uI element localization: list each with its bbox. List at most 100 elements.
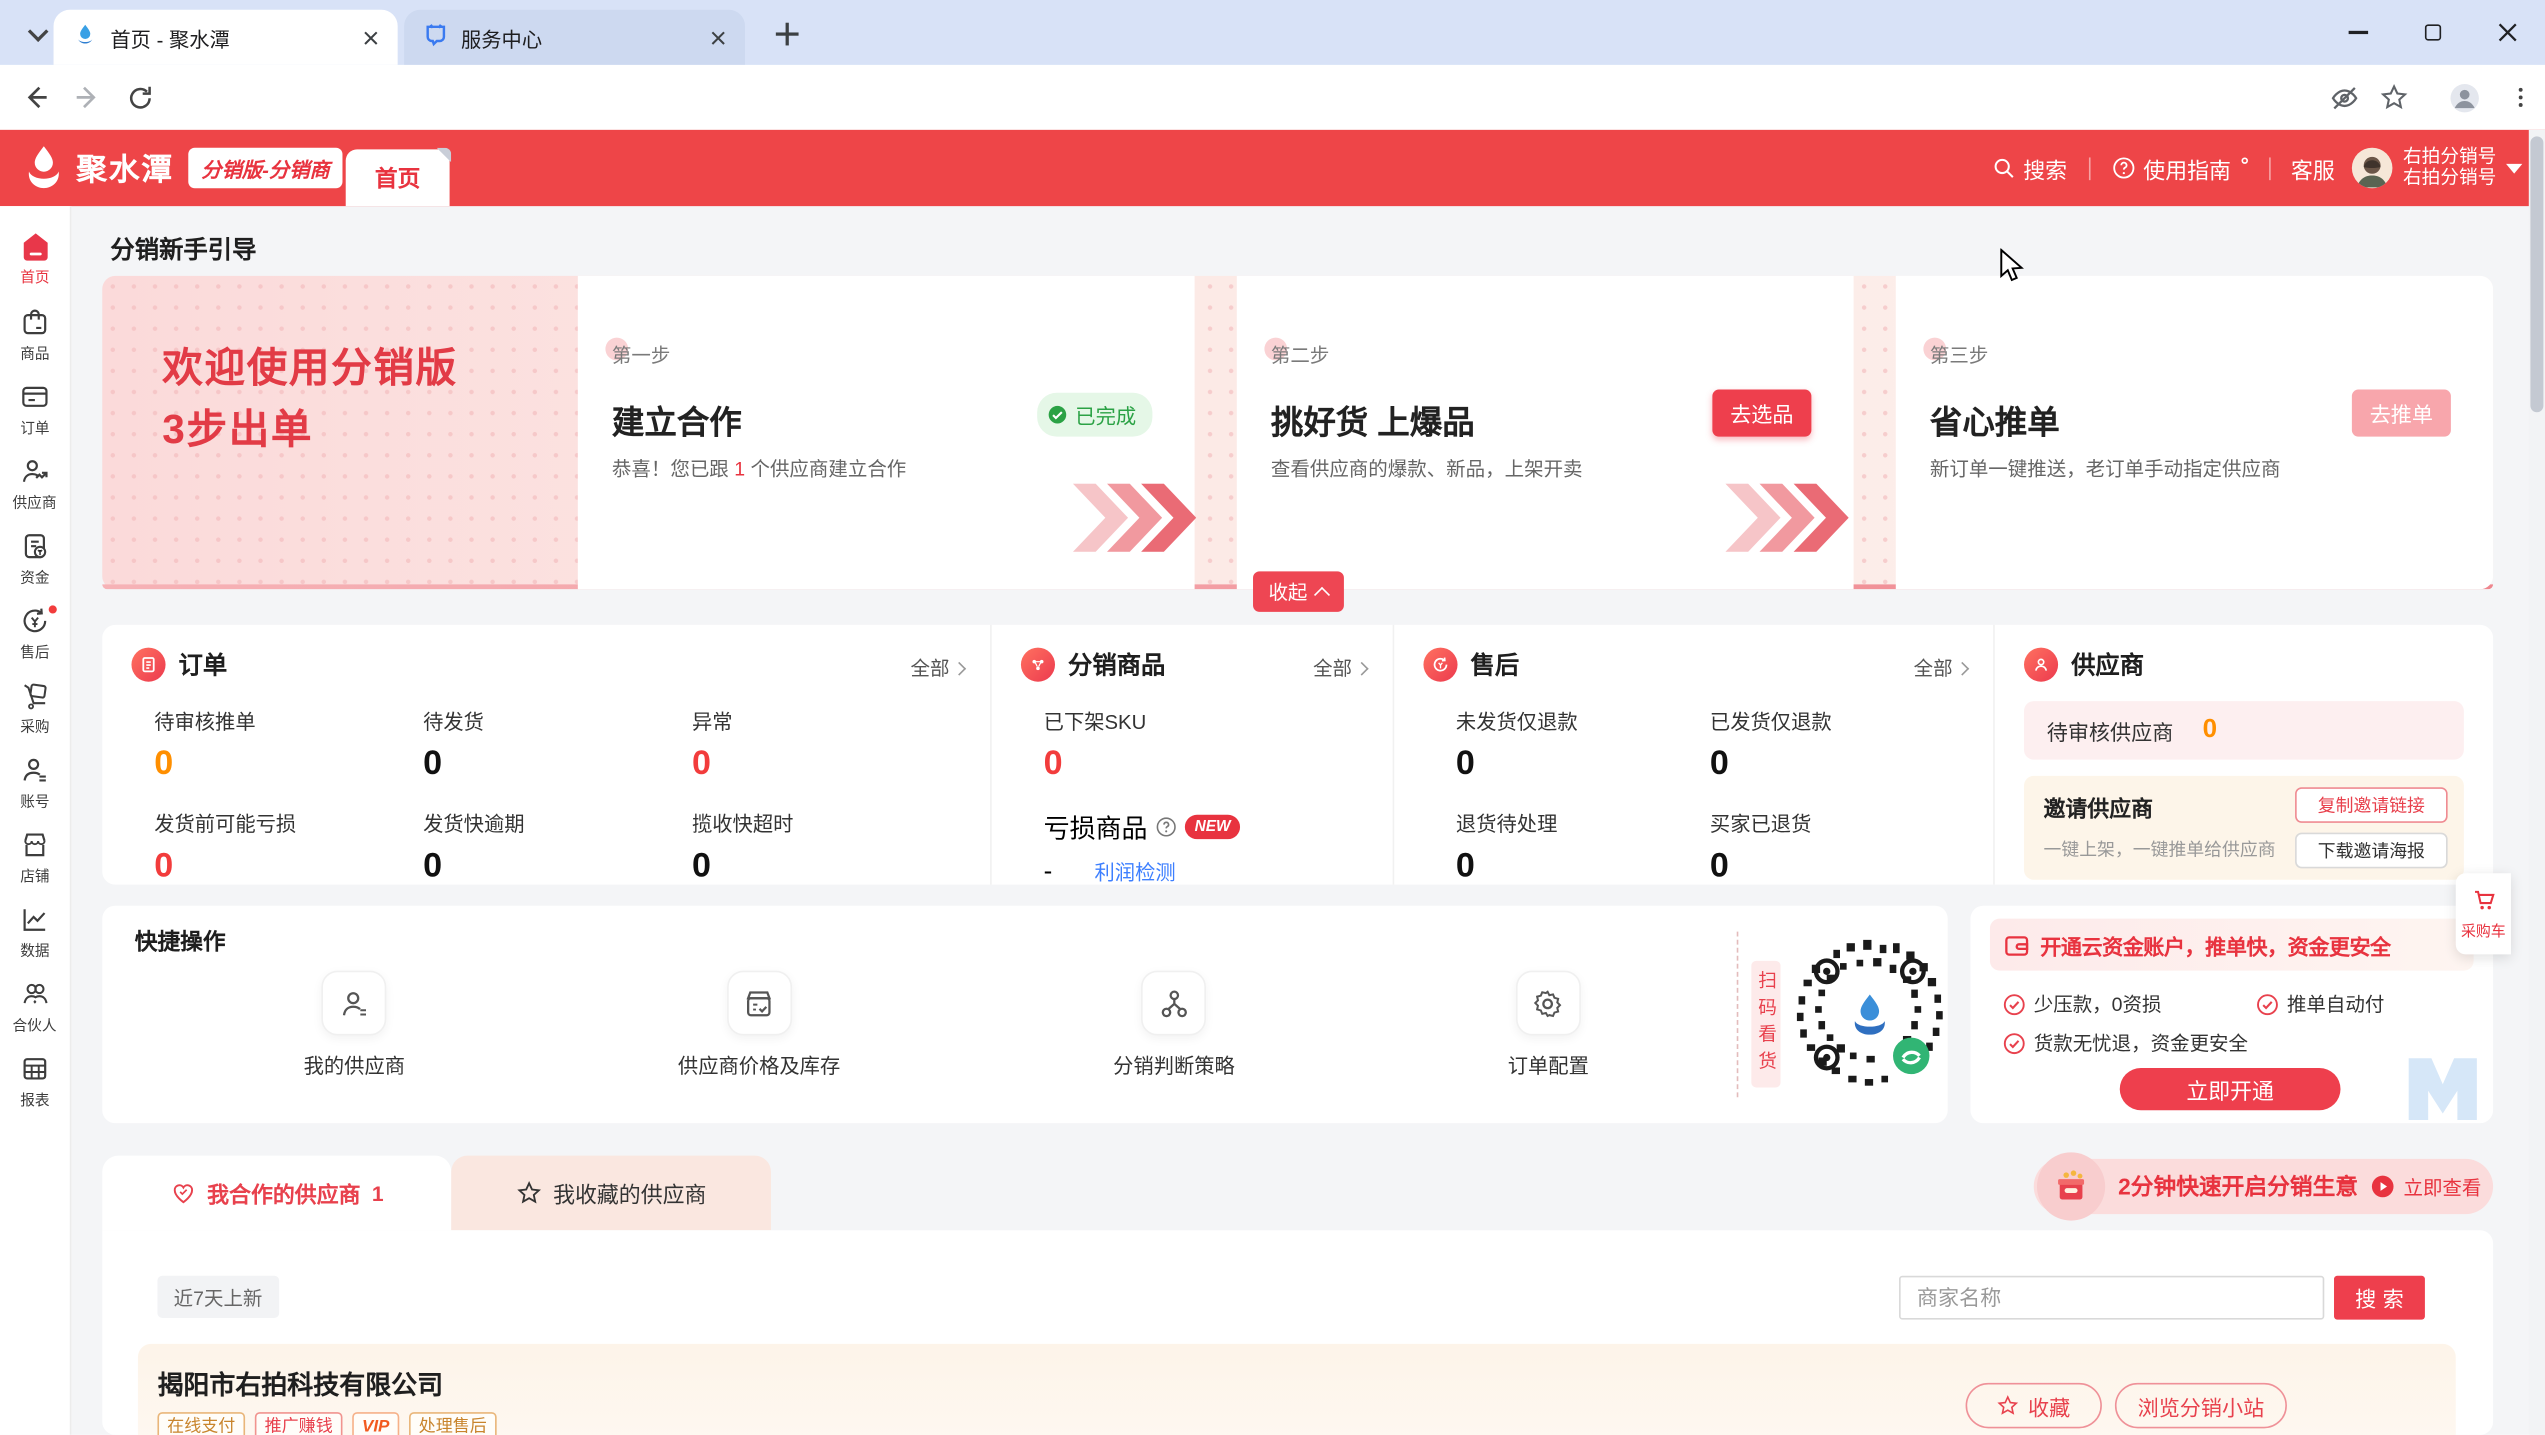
stat-item[interactable]: 已发货仅退款0 [1710,704,1964,784]
aftersales-all-link[interactable]: 全部 [1914,654,1968,682]
suppliers-panel: 供应商 待审核供应商 0 邀请供应商 一键上架，一键推单给供应商 复制邀请链接 … [1993,625,2493,885]
reload-button[interactable] [120,78,159,117]
promo-banner[interactable]: 2分钟快速开启分销生意 立即查看 [2034,1159,2493,1214]
fund-feature: 推单自动付 [2256,990,2384,1018]
visit-store-button[interactable]: 浏览分销小站 [2115,1383,2287,1428]
push-order-button[interactable]: 去推单 [2352,390,2451,437]
sidebar-item-suppliers[interactable]: 供应商 [0,446,70,521]
recent-filter-chip[interactable]: 近7天上新 [157,1276,278,1318]
nav-tab-home[interactable]: 首页 [346,149,450,206]
quick-action-distribution-strategy[interactable]: 分销判断策略 [1113,971,1235,1080]
stat-item[interactable]: 待发货0 [423,704,692,784]
pending-value: 0 [2203,716,2217,745]
window-minimize-button[interactable] [2321,0,2396,65]
tab-search-button[interactable] [16,13,58,55]
favorite-supplier-button[interactable]: 收藏 [1966,1383,2102,1428]
step-number: 第二步 [1271,341,1329,369]
download-invite-poster-button[interactable]: 下载邀请海报 [2295,833,2448,869]
stat-item[interactable]: 退货待处理0 [1456,807,1710,887]
user-avatar[interactable] [2351,148,2392,189]
sidebar-item-shops[interactable]: 店铺 [0,820,70,895]
back-button[interactable] [16,78,55,117]
tab-partner-suppliers[interactable]: 我合作的供应商 1 [102,1156,451,1231]
sidebar-item-account[interactable]: 账号 [0,745,70,820]
purchase-cart-float-button[interactable]: 采购车 [2456,873,2511,954]
sidebar-item-procurement[interactable]: 采购 [0,670,70,745]
tab-close-icon[interactable] [703,23,732,52]
stat-item[interactable]: 待审核推单0 [154,704,423,784]
account-name[interactable]: 右拍分销号 右拍分销号 [2403,147,2496,189]
quick-actions-title: 快捷操作 [135,925,226,957]
header-service[interactable]: 客服 [2291,152,2335,184]
step-title: 挑好货 上爆品 [1271,396,1475,443]
browser-menu-kebab-icon[interactable] [2501,78,2540,117]
stat-item[interactable]: 发货前可能亏损0 [154,807,423,887]
sidebar-label: 账号 [20,789,49,811]
pending-suppliers-box[interactable]: 待审核供应商 0 [2024,701,2464,759]
stat-item[interactable]: 未发货仅退款0 [1456,704,1710,784]
scrollbar-thumb[interactable] [2530,136,2543,412]
stat-item[interactable]: 揽收快超时0 [692,807,961,887]
header-search[interactable]: 搜索 [1991,152,2067,184]
merchant-search-input[interactable] [1899,1276,2324,1320]
account-dropdown-caret-icon[interactable] [2506,163,2522,173]
quick-action-my-suppliers[interactable]: 我的供应商 [304,971,405,1080]
supplier-row[interactable]: 揭阳市右拍科技有限公司 在线支付 推广赚钱 VIP 处理售后 收藏 浏览分销小站 [138,1344,2456,1435]
stat-item[interactable]: 发货快逾期0 [423,807,692,887]
stat-item[interactable]: 已下架SKU 0 [1044,704,1364,784]
sidebar-item-funds[interactable]: 资金 [0,521,70,596]
header-guide[interactable]: 使用指南 [2111,152,2247,184]
sidebar-label: 商品 [20,341,49,363]
loss-value: - [1044,859,1053,888]
browser-tab-active[interactable]: 首页 - 聚水潭 [54,10,398,65]
copy-invite-link-button[interactable]: 复制邀请链接 [2295,787,2448,823]
new-tab-button[interactable] [769,16,805,52]
fund-card-title: 开通云资金账户，推单快，资金更安全 [2040,929,2390,960]
sidebar-item-reports[interactable]: 报表 [0,1044,70,1119]
profile-avatar-icon[interactable] [2444,78,2483,117]
promo-cta[interactable]: 立即查看 [2403,1173,2481,1201]
collapse-banner-button[interactable]: 收起 [1252,571,1343,612]
sidebar-item-data[interactable]: 数据 [0,894,70,969]
bookmark-star-icon[interactable] [2375,78,2414,117]
stat-item[interactable]: 买家已退货0 [1710,807,1964,887]
stat-item[interactable]: 异常0 [692,704,961,784]
loss-products-row: 亏损商品 NEW [1044,807,1364,846]
window-maximize-button[interactable] [2396,0,2471,65]
sidebar-item-aftersales[interactable]: 售后 [0,596,70,671]
sidebar-label: 资金 [20,565,49,587]
activate-now-button[interactable]: 立即开通 [2120,1068,2341,1110]
funds-icon [19,530,50,561]
window-close-button[interactable] [2470,0,2545,65]
page-scrollbar[interactable] [2529,130,2545,1435]
tab-favorite-suppliers[interactable]: 我收藏的供应商 [451,1156,771,1231]
privacy-eye-icon[interactable] [2324,78,2363,117]
fund-card-header: 开通云资金账户，推单快，资金更安全 [1990,919,2474,971]
account-line1: 右拍分销号 [2403,147,2496,168]
question-circle-icon[interactable] [1156,816,1177,837]
profit-check-link[interactable]: 利润检测 [1095,855,1176,886]
sidebar-label: 数据 [20,938,49,960]
sidebar-label: 报表 [20,1087,49,1109]
sidebar-item-orders[interactable]: 订单 [0,372,70,447]
tag-aftersales: 处理售后 [409,1412,497,1435]
pick-goods-button[interactable]: 去选品 [1712,390,1811,437]
sidebar-item-goods[interactable]: 商品 [0,297,70,372]
app-header: 聚水潭 分销版-分销商 首页 搜索 使用指南 客服 [0,130,2545,206]
browser-toolbar: gyl.scm121.com/channel/my/businessDynami… [0,65,2545,130]
quick-action-supplier-price-stock[interactable]: 供应商价格及库存 [678,971,840,1080]
question-circle-icon [2111,156,2135,180]
quick-action-order-config[interactable]: 订单配置 [1508,971,1589,1080]
tab-close-icon[interactable] [355,23,384,52]
forward-button[interactable] [68,78,107,117]
price-stock-icon [727,971,792,1036]
sidebar-item-partners[interactable]: 合伙人 [0,969,70,1044]
step-desc: 新订单一键推送，老订单手动指定供应商 [1930,454,2281,482]
divider [2088,157,2090,180]
products-all-link[interactable]: 全部 [1313,654,1367,682]
search-button[interactable]: 搜索 [2334,1276,2425,1320]
stats-strip: 订单 全部 待审核推单0 待发货0 异常0 发货前可能亏损0 发货快逾期0 揽收… [102,625,2493,885]
orders-all-link[interactable]: 全部 [911,654,965,682]
sidebar-item-home[interactable]: 首页 [0,222,70,297]
browser-tab-inactive[interactable]: 服务中心 [404,10,745,65]
